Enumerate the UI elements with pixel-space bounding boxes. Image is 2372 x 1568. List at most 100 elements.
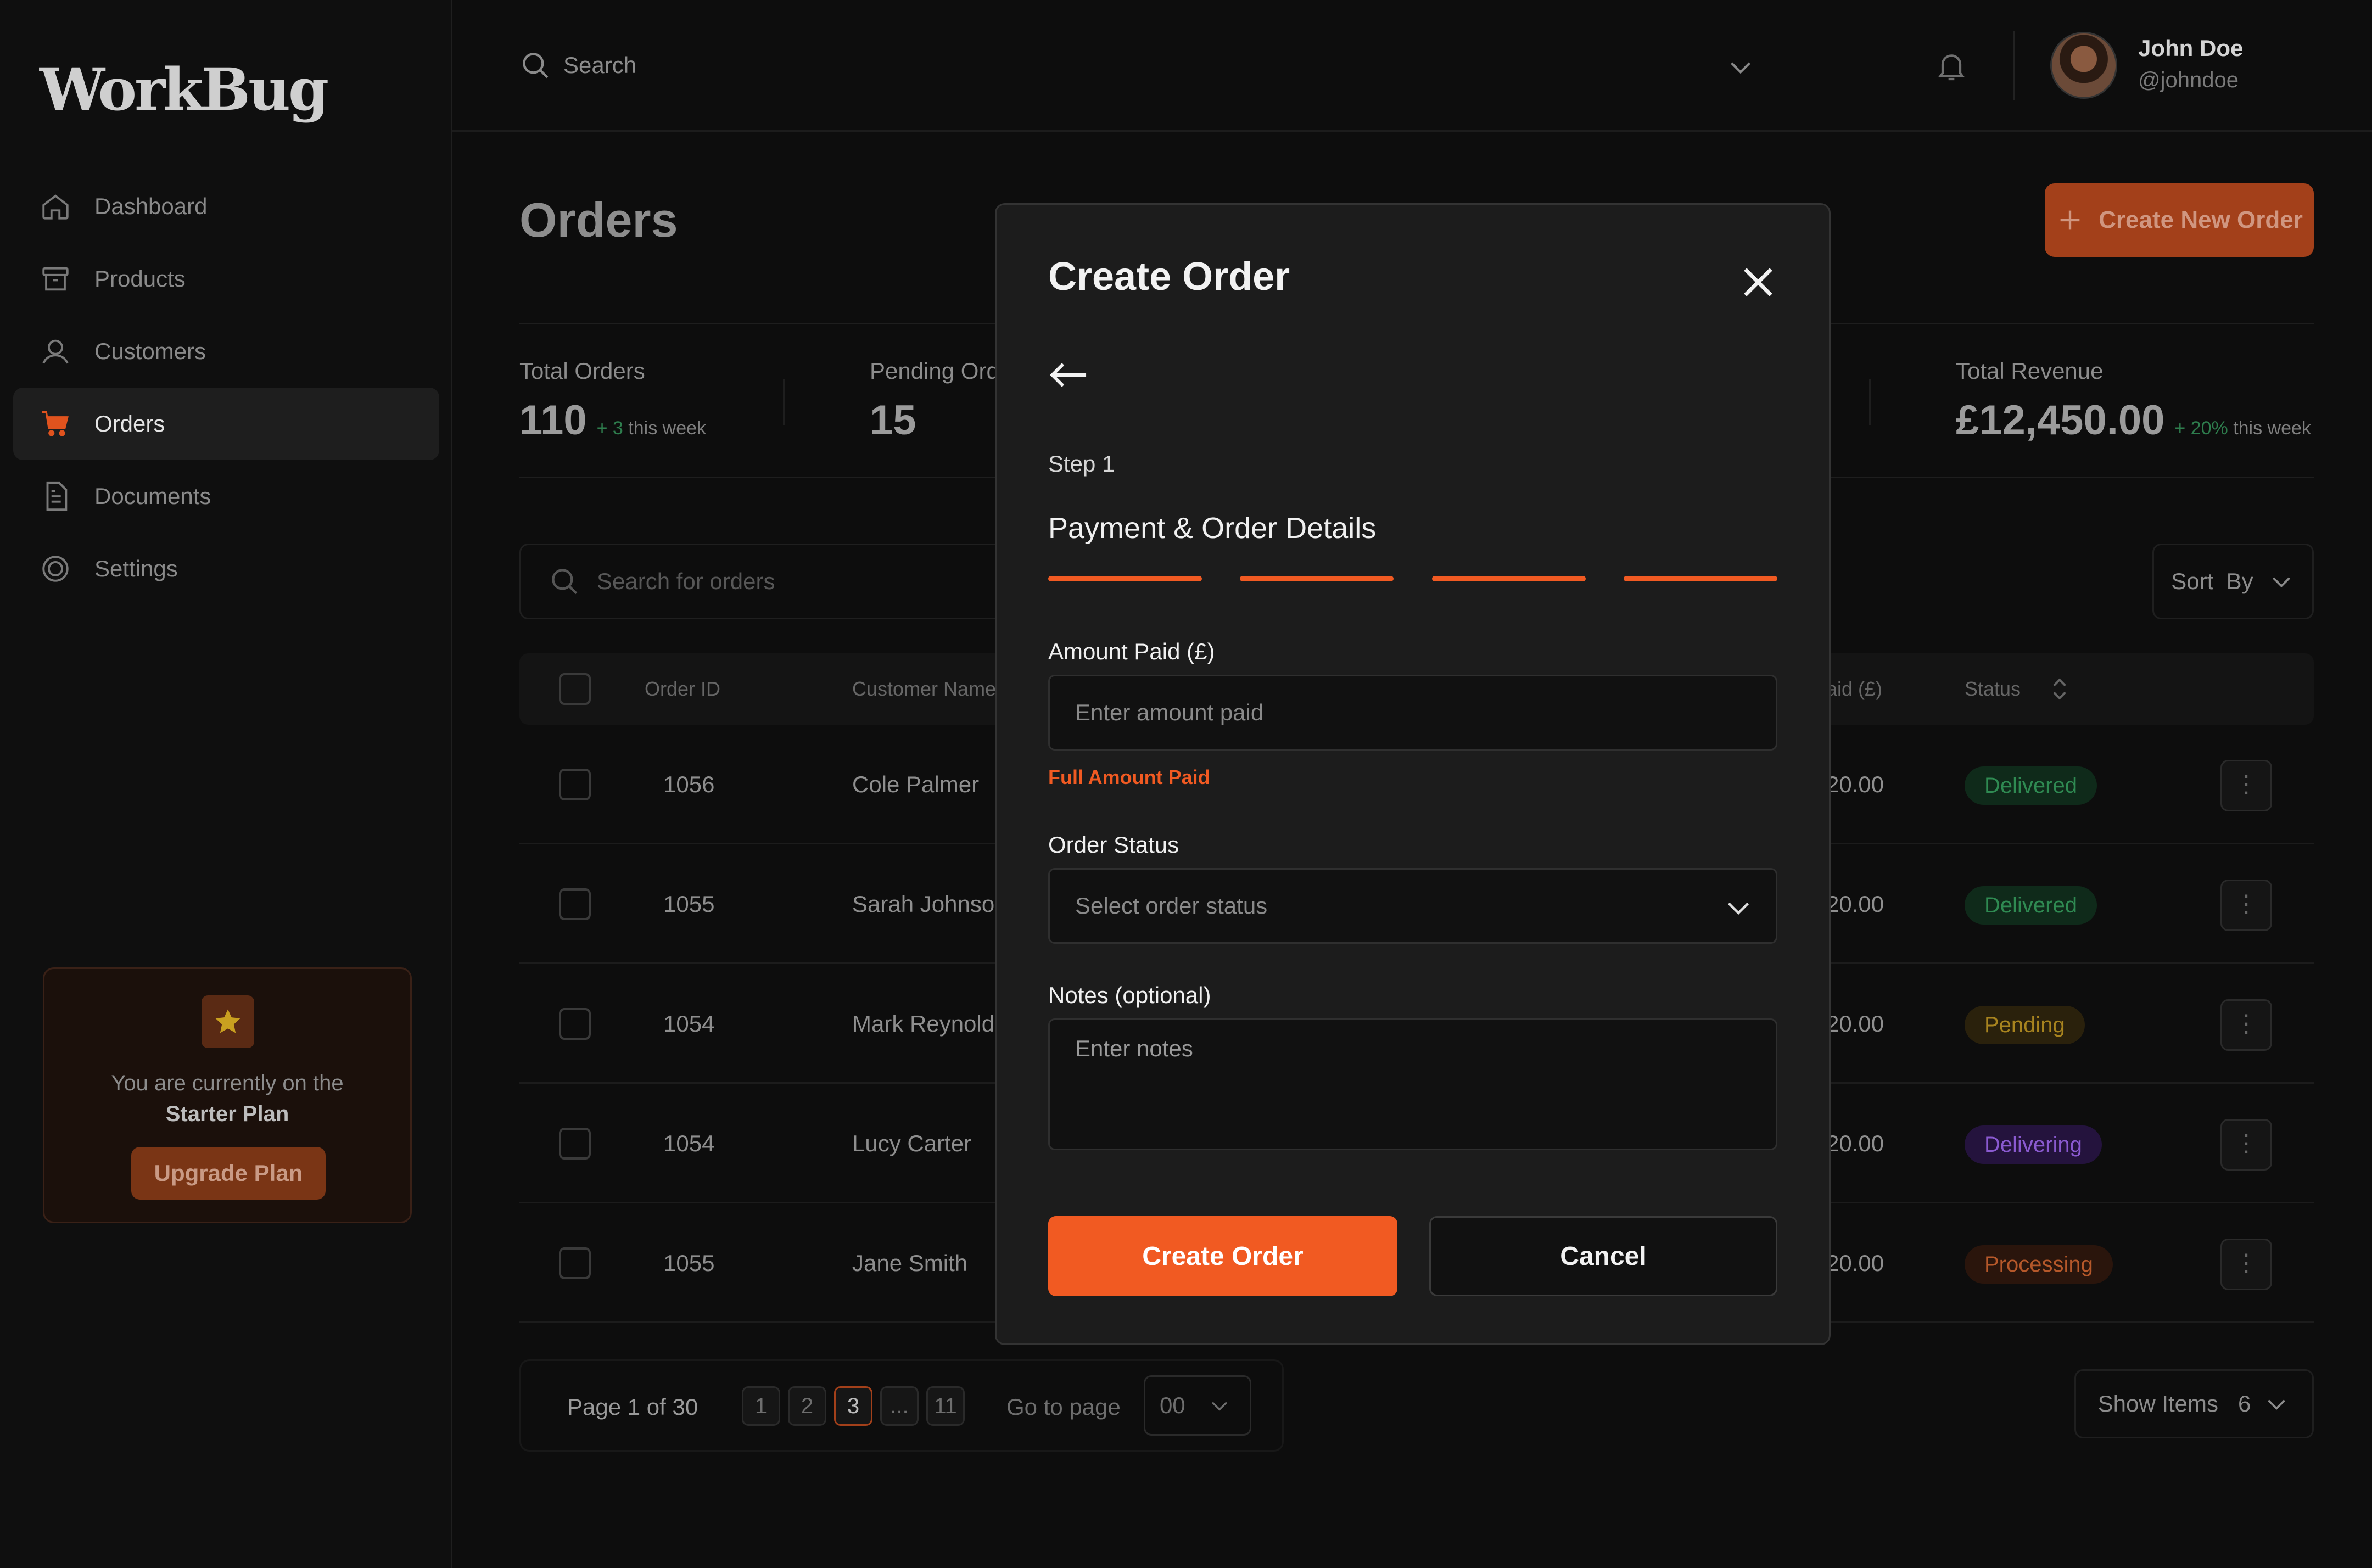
show-items-label: Show Items [2097,1391,2219,1416]
stat-label: Pending Ord [870,358,999,384]
row-checkbox[interactable] [559,1128,591,1160]
cart-icon [42,411,69,436]
amount-paid: 20.00 [1826,771,1884,797]
plan-card: You are currently on the Starter Plan Up… [43,967,412,1223]
amount-paid: 20.00 [1826,891,1884,917]
create-new-order-label: Create New Order [2099,206,2303,233]
sidebar-item-label: Dashboard [94,193,208,219]
chevron-down-icon [1211,1402,1227,1411]
column-customer-name[interactable]: Customer Name [852,653,996,725]
sidebar: WorkBug Dashboard Products Customers Ord… [0,0,452,1568]
stat-delta: + 3 this week [597,418,706,439]
amount-paid: 20.00 [1826,1130,1884,1156]
sidebar-item-dashboard[interactable]: Dashboard [13,170,439,243]
stat-divider [783,379,785,425]
stat-value-wrap: 110 + 3 this week [519,396,706,444]
page-button[interactable]: ... [880,1386,919,1426]
gear-icon [42,556,69,582]
star-icon [202,995,254,1048]
notes-label: Notes (optional) [1048,982,1211,1008]
stat-delta-suffix: this week [628,418,707,439]
order-search-placeholder: Search for orders [597,568,775,594]
stat-delta-value: + 3 [596,418,623,439]
search-icon [523,53,549,79]
page-button[interactable]: 1 [742,1386,780,1426]
amount-paid-input[interactable] [1048,675,1777,751]
chevron-down-icon [2268,1399,2286,1410]
order-id: 1054 [663,1011,715,1037]
column-status[interactable]: Status [1965,653,2021,725]
sort-label: Sort By [2171,568,2253,594]
sidebar-item-products[interactable]: Products [13,243,439,315]
stat-value: £12,450.00 [1956,397,2165,444]
sidebar-nav: Dashboard Products Customers Orders Docu… [13,170,439,605]
page-button[interactable]: 11 [926,1386,965,1426]
go-to-page-label: Go to page [1006,1394,1121,1420]
cancel-button[interactable]: Cancel [1429,1216,1777,1296]
sidebar-item-orders[interactable]: Orders [13,388,439,460]
order-status-select[interactable]: Select order status [1048,868,1777,944]
stat-delta-suffix: this week [2233,418,2311,439]
row-checkbox[interactable] [559,769,591,800]
sidebar-item-settings[interactable]: Settings [13,533,439,605]
global-search[interactable]: Search [519,49,636,81]
user-icon [42,339,69,364]
go-to-page-select[interactable]: 00 [1144,1375,1251,1436]
row-actions-button[interactable]: ⋮ [2220,760,2272,811]
plan-text: You are currently on the Starter Plan [44,1068,410,1129]
chevron-down-icon [2272,577,2290,587]
avatar[interactable] [2050,32,2117,99]
plus-icon [2060,210,2080,230]
close-icon[interactable] [1739,263,1777,301]
upgrade-plan-button[interactable]: Upgrade Plan [131,1147,326,1200]
customer-name: Mark Reynolds [852,1011,1006,1037]
row-checkbox[interactable] [559,1008,591,1040]
header-divider [2013,31,2015,100]
back-arrow-icon[interactable] [1048,359,1089,391]
row-actions-button[interactable]: ⋮ [2220,1119,2272,1171]
sort-icon[interactable] [2046,675,2073,703]
status-badge: Delivering [1965,1125,2102,1164]
select-all-checkbox[interactable] [559,673,591,705]
top-bar: Search John Doe @johndoe [452,0,2372,132]
sidebar-item-documents[interactable]: Documents [13,460,439,533]
sort-by-button[interactable]: Sort By [2152,544,2314,619]
order-id: 1056 [663,771,715,797]
plan-name: Starter Plan [165,1102,289,1126]
stat-delta-value: + 20% [2174,418,2228,439]
status-badge: Processing [1965,1245,2113,1284]
app-logo: WorkBug [40,55,329,124]
progress-segment [1623,576,1777,581]
sidebar-item-label: Products [94,266,186,292]
user-handle: @johndoe [2138,68,2239,92]
column-amount-paid[interactable]: aid (£) [1826,653,1882,725]
app-root: WorkBug Dashboard Products Customers Ord… [0,0,2372,1568]
search-label: Search [563,52,637,78]
box-icon [42,267,69,291]
row-actions-button[interactable]: ⋮ [2220,880,2272,931]
status-badge: Pending [1965,1006,2085,1044]
row-checkbox[interactable] [559,1247,591,1279]
column-order-id[interactable]: Order ID [645,653,720,725]
page-button[interactable]: 2 [788,1386,826,1426]
row-actions-button[interactable]: ⋮ [2220,1239,2272,1290]
page-button-current[interactable]: 3 [834,1386,872,1426]
show-items-select[interactable]: Show Items 6 [2074,1369,2314,1438]
order-id: 1054 [663,1130,715,1156]
row-checkbox[interactable] [559,888,591,920]
full-amount-paid-link[interactable]: Full Amount Paid [1048,766,1210,789]
create-new-order-button[interactable]: Create New Order [2045,183,2314,257]
row-actions-button[interactable]: ⋮ [2220,999,2272,1051]
progress-segment [1431,576,1586,581]
progress-segment [1048,576,1202,581]
create-order-button[interactable]: Create Order [1048,1216,1397,1296]
notes-textarea[interactable] [1048,1018,1777,1150]
sidebar-item-label: Settings [94,556,178,581]
sidebar-item-customers[interactable]: Customers [13,315,439,388]
bell-icon[interactable] [1934,48,1969,83]
order-status-label: Order Status [1048,832,1179,858]
order-search-input[interactable]: Search for orders [519,544,1014,619]
stat-label: Total Orders [519,358,645,384]
chevron-down-icon[interactable] [1725,52,1756,82]
stat-pending-orders: Pending Ord 15 [870,358,999,444]
